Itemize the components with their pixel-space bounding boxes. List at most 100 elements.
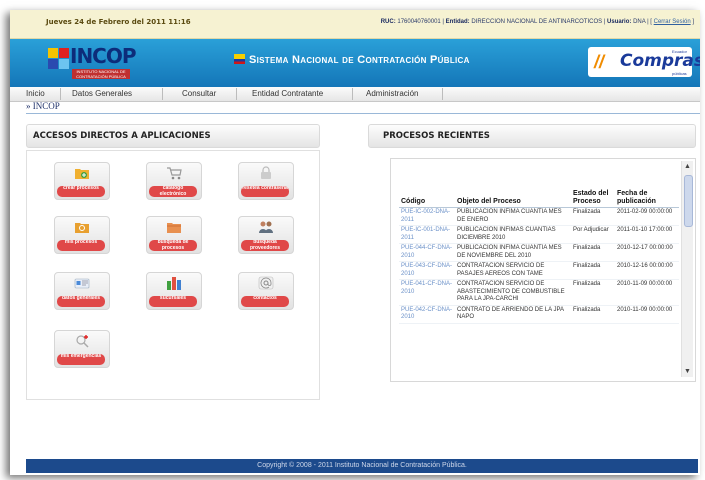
tile-datos-generales[interactable]: datos generales	[54, 272, 110, 310]
breadcrumb-divider	[26, 113, 700, 114]
ruc-value: 1760040760001	[397, 19, 441, 25]
scroll-up-arrow-icon[interactable]: ▲	[682, 161, 693, 172]
user-label: Usuario:	[607, 19, 632, 25]
col-objeto[interactable]: Objeto del Proceso	[455, 189, 571, 208]
shortcuts-title: ACCESOS DIRECTOS A APLICACIONES	[33, 131, 211, 141]
process-code-link[interactable]: PUE-044-CF-DNA-2010	[399, 243, 455, 262]
process-object: PUBLICACION INFIMA CUANTIA MES DE ENERO	[455, 207, 571, 226]
nav-administracion[interactable]: Administración	[366, 89, 418, 98]
logo-subtitle: INSTITUTO NACIONAL DE CONTRATACIÓN PÚBLI…	[72, 69, 130, 79]
compras-publicas-logo: // Compras Ecuador públicas	[588, 47, 700, 77]
logout-link[interactable]: Cerrar Sesión	[654, 19, 691, 25]
process-code-link[interactable]: PUE-IC-001-DNA-2011	[399, 225, 455, 244]
nav-consultar[interactable]: Consultar	[182, 89, 216, 98]
top-info-bar: Jueves 24 de Febrero del 2011 11:16 RUC:…	[10, 10, 700, 39]
system-title: Sistema Nacional de Contratación Pública	[234, 54, 470, 66]
process-status: Finalizada	[571, 243, 615, 262]
logo-squares-icon	[48, 48, 72, 72]
scroll-thumb[interactable]	[684, 175, 693, 227]
tile-label: resetea contraseña	[241, 186, 289, 197]
footer-copyright: Copyright © 2008 - 2011 Instituto Nacion…	[26, 459, 698, 473]
at-sign-icon	[258, 276, 274, 290]
nav-datos-generales[interactable]: Datos Generales	[72, 89, 132, 98]
incop-logo[interactable]: INCOP INSTITUTO NACIONAL DE CONTRATACIÓN…	[48, 44, 137, 82]
tile-label: mis emergencias	[57, 354, 105, 365]
tile-label: datos generales	[57, 296, 105, 307]
table-row: PUE-041-CF-DNA-2010 CONTRATACION SERVICI…	[399, 279, 679, 306]
lock-icon	[261, 166, 271, 179]
process-date: 2011-02-09 00:00:00	[615, 207, 679, 226]
tile-contactos[interactable]: contactos	[238, 272, 294, 310]
process-object: PUBLICACION INFIMAS CUANTIAS DICIEMBRE 2…	[455, 225, 571, 244]
process-date: 2010-11-09 00:00:00	[615, 305, 679, 324]
recent-processes-table: Código Objeto del Proceso Estado del Pro…	[399, 189, 679, 324]
tile-mis-procesos[interactable]: mis procesos	[54, 216, 110, 254]
people-icon	[259, 221, 273, 233]
folder-search-icon	[75, 223, 89, 233]
main-nav: Inicio Datos Generales Consultar Entidad…	[10, 87, 700, 102]
process-code-link[interactable]: PUE-043-CF-DNA-2010	[399, 261, 455, 280]
process-status: Finalizada	[571, 305, 615, 324]
recent-processes-list[interactable]: Código Objeto del Proceso Estado del Pro…	[390, 158, 696, 382]
process-date: 2010-11-09 00:00:00	[615, 279, 679, 306]
compras-sub: públicas	[672, 71, 687, 76]
table-row: PUE-043-CF-DNA-2010 CONTRATACION SERVICI…	[399, 261, 679, 280]
recent-scrollbar[interactable]: ▲ ▼	[681, 161, 693, 377]
tile-busqueda-procesos[interactable]: búsqueda de procesos	[146, 216, 202, 254]
process-status: Finalizada	[571, 207, 615, 226]
tile-label: contactos	[241, 296, 289, 307]
session-info: RUC: 1760040760001 | Entidad: DIRECCION …	[380, 19, 694, 25]
process-date: 2010-12-17 00:00:00	[615, 243, 679, 262]
table-row: PUE-044-CF-DNA-2010 PUBLICACION INFIMA C…	[399, 243, 679, 262]
user-value: DNA	[633, 19, 646, 25]
scroll-down-arrow-icon[interactable]: ▼	[682, 366, 693, 377]
tile-label: crear procesos	[57, 186, 105, 197]
process-code-link[interactable]: PUE-042-CF-DNA-2010	[399, 305, 455, 324]
recent-panel-header: PROCESOS RECIENTES	[368, 124, 696, 148]
tile-resetea-contrasena[interactable]: resetea contraseña	[238, 162, 294, 200]
nav-entidad-contratante[interactable]: Entidad Contratante	[252, 89, 323, 98]
tile-label: búsqueda de procesos	[149, 240, 197, 251]
tile-label: búsqueda proveedores	[241, 240, 289, 251]
tile-busqueda-proveedores[interactable]: búsqueda proveedores	[238, 216, 294, 254]
logo-text: INCOP	[70, 44, 137, 68]
compras-sup: Ecuador	[672, 49, 687, 54]
nav-inicio[interactable]: Inicio	[26, 89, 45, 98]
process-object: CONTRATACION SERVICIO DE ABASTECIMIENTO …	[455, 279, 571, 306]
header-banner: INCOP INSTITUTO NACIONAL DE CONTRATACIÓN…	[10, 39, 700, 87]
recent-title: PROCESOS RECIENTES	[383, 131, 490, 141]
tile-label: mis procesos	[57, 240, 105, 251]
current-date: Jueves 24 de Febrero del 2011 11:16	[46, 18, 191, 26]
process-object: CONTRATACION SERVICIO DE PASAJES AEREOS …	[455, 261, 571, 280]
tile-catalogo-electronico[interactable]: catálogo electrónico	[146, 162, 202, 200]
ecuador-flag-icon	[234, 54, 245, 64]
tile-label: sucursales	[149, 296, 197, 307]
process-status: Finalizada	[571, 279, 615, 306]
id-card-icon	[74, 278, 90, 289]
table-row: PUE-IC-001-DNA-2011 PUBLICACION INFIMAS …	[399, 225, 679, 244]
tile-label: catálogo electrónico	[149, 186, 197, 197]
compras-mark: //	[594, 52, 605, 72]
process-object: PUBLICACION INFIMA CUANTIA MES DE NOVIEM…	[455, 243, 571, 262]
shopping-cart-icon	[167, 167, 182, 180]
table-row: PUE-IC-002-DNA-2011 PUBLICACION INFIMA C…	[399, 207, 679, 226]
entity-label: Entidad:	[445, 19, 470, 25]
shortcuts-panel-header: ACCESOS DIRECTOS A APLICACIONES	[26, 124, 320, 148]
col-estado[interactable]: Estado del Proceso	[571, 189, 615, 208]
process-date: 2011-01-10 17:00:00	[615, 225, 679, 244]
col-fecha[interactable]: Fecha de publicación	[615, 189, 679, 208]
process-status: Por Adjudicar	[571, 225, 615, 244]
system-title-text: Sistema Nacional de Contratación Pública	[249, 54, 470, 66]
process-code-link[interactable]: PUE-041-CF-DNA-2010	[399, 279, 455, 306]
tile-crear-procesos[interactable]: crear procesos	[54, 162, 110, 200]
tile-mis-emergencias[interactable]: mis emergencias	[54, 330, 110, 368]
browser-frame: Jueves 24 de Febrero del 2011 11:16 RUC:…	[10, 10, 700, 475]
process-code-link[interactable]: PUE-IC-002-DNA-2011	[399, 207, 455, 226]
buildings-icon	[167, 277, 181, 290]
folder-plus-icon	[75, 169, 89, 179]
breadcrumb[interactable]: » INCOP	[26, 101, 60, 111]
col-codigo[interactable]: Código	[399, 189, 455, 208]
emergency-icon	[76, 335, 89, 348]
tile-sucursales[interactable]: sucursales	[146, 272, 202, 310]
compras-word: Compras	[620, 51, 700, 71]
